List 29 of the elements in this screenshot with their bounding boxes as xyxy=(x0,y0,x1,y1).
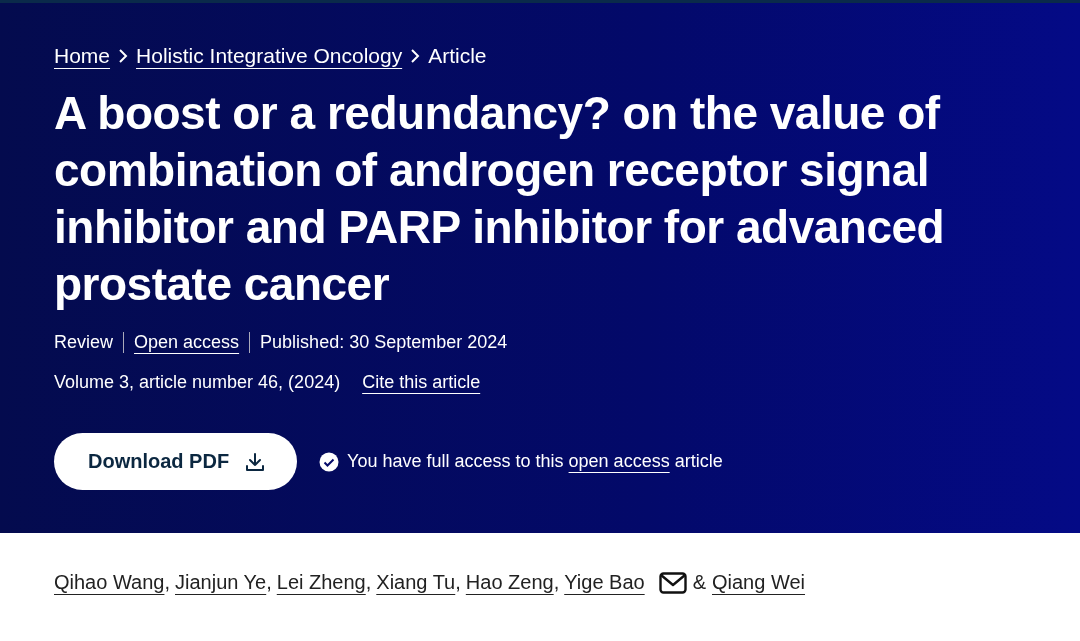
author-link[interactable]: Qiang Wei xyxy=(712,571,805,594)
download-icon xyxy=(245,451,266,472)
citation-text: Volume 3, article number 46, (2024) xyxy=(54,371,341,393)
access-note: You have full access to this open access article xyxy=(347,451,723,472)
chevron-icon xyxy=(410,49,421,63)
check-circle-icon xyxy=(319,451,340,472)
breadcrumb-link[interactable]: Holistic Integrative Oncology xyxy=(136,44,403,68)
author-separator: , xyxy=(553,571,560,594)
article-title: A boost or a redundancy? on the value of combination of androgen receptor signal inhibitor and PARP inhibitor for advanced prostate cancer xyxy=(54,86,946,312)
author-separator: , xyxy=(365,571,372,594)
article-meta-text: Review xyxy=(54,331,115,353)
author-link[interactable]: Xiang Tu xyxy=(376,571,456,594)
author-link[interactable]: Qihao Wang xyxy=(54,571,165,594)
author-link[interactable]: Hao Zeng xyxy=(465,571,554,594)
download-pdf-button[interactable]: Download PDF xyxy=(54,433,298,490)
open-access-link[interactable]: Open access xyxy=(134,331,240,352)
author-link[interactable]: Jianjun Ye xyxy=(175,571,267,594)
article-meta-text: Published: 30 September 2024 xyxy=(249,331,518,353)
cite-link[interactable]: Cite this article xyxy=(362,371,481,393)
breadcrumb-current: Article xyxy=(428,44,487,68)
author-separator: , xyxy=(266,571,272,594)
author-link[interactable]: Lei Zheng xyxy=(276,571,366,594)
breadcrumb-link[interactable]: Home xyxy=(54,44,111,68)
author-link[interactable]: Yige Bao xyxy=(564,571,645,594)
chevron-icon xyxy=(118,49,129,63)
author-separator: , xyxy=(164,571,170,594)
open-access-link[interactable]: open access xyxy=(568,451,670,471)
author-separator: & xyxy=(692,571,706,594)
author-separator: , xyxy=(455,571,461,594)
